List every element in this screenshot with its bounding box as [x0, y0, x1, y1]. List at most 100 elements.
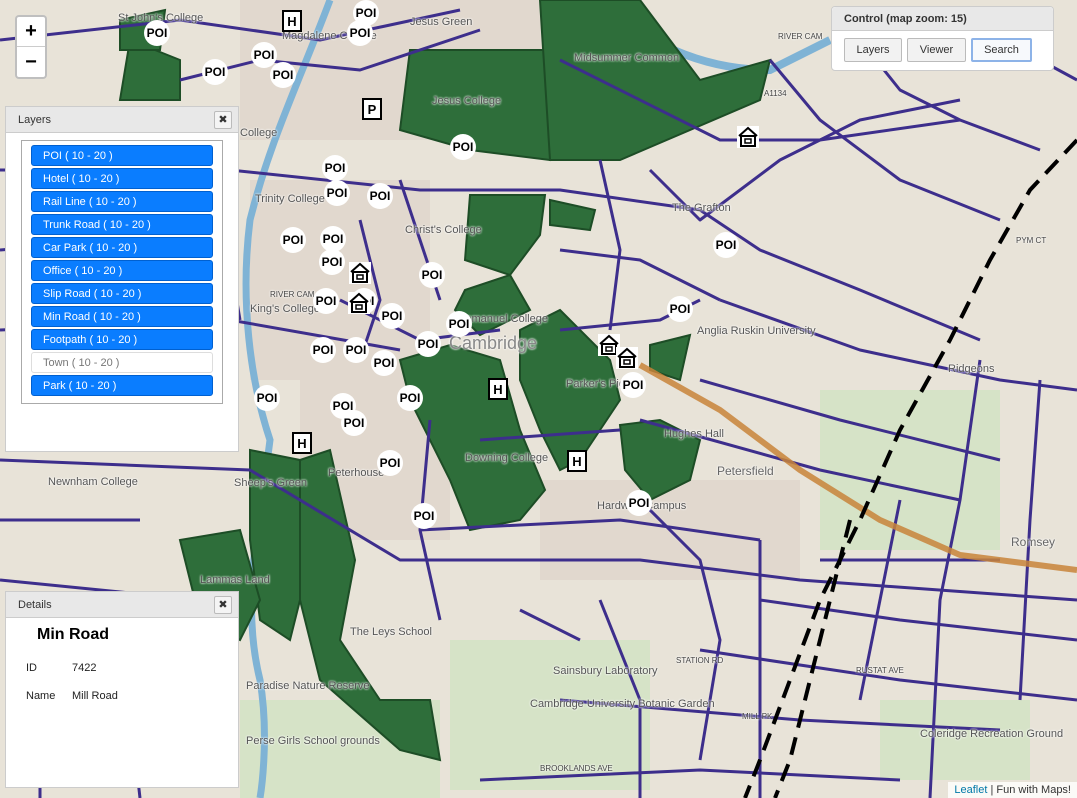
- poi-marker[interactable]: POI: [377, 450, 403, 476]
- green-space: [880, 700, 1030, 780]
- poi-marker[interactable]: POI: [343, 337, 369, 363]
- layer-toggle[interactable]: Town ( 10 - 20 ): [31, 352, 213, 373]
- close-icon[interactable]: ✖: [214, 595, 232, 614]
- poi-marker[interactable]: POI: [251, 42, 277, 68]
- details-value: Mill Road: [72, 690, 118, 702]
- parking-marker[interactable]: P: [362, 98, 382, 120]
- layers-panel: Layers ✖ POI ( 10 - 20 ) Hotel ( 10 - 20 …: [5, 106, 239, 452]
- hotel-marker[interactable]: H: [567, 450, 587, 472]
- poi-marker[interactable]: POI: [713, 232, 739, 258]
- control-panel-header: Control (map zoom: 15): [832, 7, 1053, 31]
- office-icon[interactable]: [349, 262, 371, 284]
- layer-list: POI ( 10 - 20 ) Hotel ( 10 - 20 ) Rail Lin…: [21, 140, 223, 404]
- poi-marker[interactable]: POI: [411, 503, 437, 529]
- layer-toggle[interactable]: Slip Road ( 10 - 20 ): [31, 283, 213, 304]
- poi-marker[interactable]: POI: [450, 134, 476, 160]
- poi-marker[interactable]: POI: [270, 62, 296, 88]
- zoom-in-button[interactable]: +: [17, 17, 45, 47]
- place-label: Lammas Land: [200, 574, 270, 586]
- poi-marker[interactable]: POI: [313, 288, 339, 314]
- place-label: PYM CT: [1016, 236, 1047, 245]
- place-label: Perse Girls School grounds: [246, 735, 380, 747]
- place-label: Petersfield: [717, 464, 774, 478]
- place-label: Romsey: [1011, 535, 1056, 549]
- layer-toggle[interactable]: POI ( 10 - 20 ): [31, 145, 213, 166]
- details-key: Name: [26, 690, 56, 702]
- hotel-marker[interactable]: H: [282, 10, 302, 32]
- attribution: Leaflet | Fun with Maps!: [948, 782, 1077, 798]
- place-label: River Cam: [778, 32, 823, 41]
- place-label: Downing College: [465, 452, 549, 464]
- hotel-marker[interactable]: H: [488, 378, 508, 400]
- attribution-credit: Fun with Maps!: [996, 784, 1071, 796]
- place-label: Peterhouse: [328, 467, 385, 479]
- poi-marker[interactable]: POI: [202, 59, 228, 85]
- layer-toggle[interactable]: Car Park ( 10 - 20 ): [31, 237, 213, 258]
- poi-marker[interactable]: POI: [319, 249, 345, 275]
- poi-marker[interactable]: POI: [254, 385, 280, 411]
- poi-marker[interactable]: POI: [371, 350, 397, 376]
- place-label: Jesus College: [432, 95, 502, 107]
- poi-marker[interactable]: POI: [280, 227, 306, 253]
- place-label: College: [240, 127, 278, 139]
- place-label: The Grafton: [672, 202, 731, 214]
- layer-toggle[interactable]: Office ( 10 - 20 ): [31, 260, 213, 281]
- details-key: ID: [26, 662, 37, 674]
- place-label: Anglia Ruskin University: [697, 325, 816, 337]
- place-label: A1134: [764, 89, 787, 98]
- control-panel: Control (map zoom: 15) Layers Viewer Sea…: [831, 6, 1054, 71]
- layers-panel-title: Layers: [18, 113, 52, 126]
- layer-toggle[interactable]: Trunk Road ( 10 - 20 ): [31, 214, 213, 235]
- poi-marker[interactable]: POI: [397, 385, 423, 411]
- zoom-control: + −: [15, 15, 47, 79]
- office-icon[interactable]: [348, 292, 370, 314]
- layers-button[interactable]: Layers: [844, 38, 902, 62]
- layer-toggle[interactable]: Footpath ( 10 - 20 ): [31, 329, 213, 350]
- place-label: BROOKLANDS AVE: [540, 764, 613, 773]
- details-row: ID 7422: [26, 654, 238, 682]
- hotel-marker[interactable]: H: [292, 432, 312, 454]
- place-label: The Leys School: [350, 626, 432, 638]
- office-icon[interactable]: [737, 126, 759, 148]
- place-label: Jesus Green: [410, 16, 473, 28]
- control-buttons: Layers Viewer Search: [832, 31, 1053, 62]
- poi-marker[interactable]: POI: [310, 337, 336, 363]
- details-panel-header: Details ✖: [6, 592, 238, 618]
- place-label: RUSTAT AVE: [856, 666, 904, 675]
- poi-marker[interactable]: POI: [353, 0, 379, 26]
- layer-toggle[interactable]: Min Road ( 10 - 20 ): [31, 306, 213, 327]
- details-value: 7422: [72, 662, 97, 674]
- place-label: Hughes Hall: [664, 428, 724, 440]
- poi-marker[interactable]: POI: [620, 372, 646, 398]
- poi-marker[interactable]: POI: [144, 20, 170, 46]
- poi-marker[interactable]: POI: [446, 311, 472, 337]
- poi-marker[interactable]: POI: [419, 262, 445, 288]
- zoom-out-button[interactable]: −: [17, 47, 45, 77]
- poi-marker[interactable]: POI: [341, 410, 367, 436]
- place-label: MILL PK: [742, 712, 773, 721]
- poi-marker[interactable]: POI: [626, 490, 652, 516]
- leaflet-link[interactable]: Leaflet: [954, 784, 987, 796]
- layer-toggle[interactable]: Hotel ( 10 - 20 ): [31, 168, 213, 189]
- close-icon[interactable]: ✖: [214, 110, 232, 129]
- place-label: Cambridge University Botanic Garden: [530, 698, 715, 710]
- poi-marker[interactable]: POI: [667, 296, 693, 322]
- place-label: Sheep's Green: [234, 477, 308, 489]
- poi-marker[interactable]: POI: [322, 155, 348, 181]
- control-panel-title: Control (map zoom: 15): [844, 12, 967, 25]
- place-label: Coleridge Recreation Ground: [920, 728, 1064, 740]
- poi-marker[interactable]: POI: [379, 303, 405, 329]
- poi-marker[interactable]: POI: [367, 183, 393, 209]
- place-label: Newnham College: [48, 476, 138, 488]
- layer-toggle[interactable]: Park ( 10 - 20 ): [31, 375, 213, 396]
- place-label: King's College: [250, 303, 320, 315]
- place-label: Christ's College: [405, 224, 482, 236]
- viewer-button[interactable]: Viewer: [907, 38, 966, 62]
- building-block: [250, 180, 430, 380]
- search-button[interactable]: Search: [971, 38, 1032, 62]
- layer-toggle[interactable]: Rail Line ( 10 - 20 ): [31, 191, 213, 212]
- poi-marker[interactable]: POI: [324, 180, 350, 206]
- poi-marker[interactable]: POI: [415, 331, 441, 357]
- office-icon[interactable]: [616, 347, 638, 369]
- place-label: Paradise Nature Reserve: [246, 680, 370, 692]
